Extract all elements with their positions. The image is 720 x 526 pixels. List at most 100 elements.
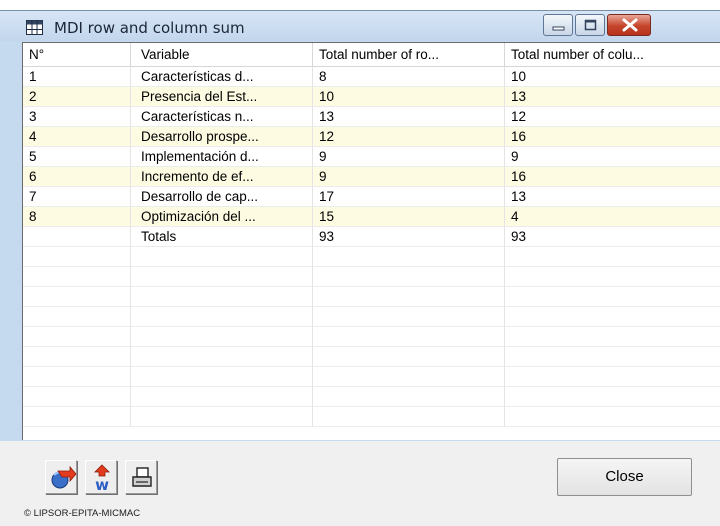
cell-variable: Presencia del Est...	[131, 87, 313, 107]
copyright-text: © LIPSOR-EPITA-MICMAC	[24, 508, 141, 519]
empty-cell	[23, 387, 131, 407]
empty-row	[23, 307, 720, 327]
empty-cell	[23, 287, 131, 307]
empty-cell	[313, 407, 505, 427]
cell-number: 4	[23, 127, 131, 147]
cell-variable: Optimización del ...	[131, 207, 313, 227]
header-row-total[interactable]: Total number of ro...	[313, 43, 505, 67]
empty-cell	[505, 327, 720, 347]
empty-cell	[131, 247, 313, 267]
cell-number: 2	[23, 87, 131, 107]
minimize-button[interactable]	[543, 14, 573, 36]
empty-cell	[131, 327, 313, 347]
empty-cell	[505, 367, 720, 387]
empty-cell	[313, 387, 505, 407]
empty-cell	[505, 267, 720, 287]
cell-variable: Desarrollo prospe...	[131, 127, 313, 147]
cell-variable: Características n...	[131, 107, 313, 127]
data-grid[interactable]: N° Variable Total number of ro... Total …	[22, 42, 720, 440]
cell-row-total: 12	[313, 127, 505, 147]
table-row[interactable]: 5 Implementación d... 9 9	[23, 147, 720, 167]
minimize-icon	[552, 26, 565, 31]
cell-row-total: 13	[313, 107, 505, 127]
cell-row-total: 9	[313, 167, 505, 187]
export-button[interactable]: w	[85, 460, 117, 494]
maximize-icon	[584, 19, 597, 31]
empty-cell	[131, 367, 313, 387]
cell-number: 6	[23, 167, 131, 187]
empty-cell	[313, 327, 505, 347]
window-title: MDI row and column sum	[54, 19, 245, 37]
cell-row-total: 17	[313, 187, 505, 207]
header-number[interactable]: N°	[23, 43, 131, 67]
maximize-button[interactable]	[575, 14, 605, 36]
header-variable[interactable]: Variable	[131, 43, 313, 67]
empty-row	[23, 327, 720, 347]
cell-number: 3	[23, 107, 131, 127]
cell-number: 1	[23, 67, 131, 87]
cell-variable: Incremento de ef...	[131, 167, 313, 187]
table-row[interactable]: 1 Características d... 8 10	[23, 67, 720, 87]
empty-cell	[505, 407, 720, 427]
table-row[interactable]: 4 Desarrollo prospe... 12 16	[23, 127, 720, 147]
cell-column-total: 10	[505, 67, 720, 87]
empty-row	[23, 347, 720, 367]
cell-column-total: 9	[505, 147, 720, 167]
table-row[interactable]: 6 Incremento de ef... 9 16	[23, 167, 720, 187]
cell-column-total: 16	[505, 127, 720, 147]
cell-row-total: 9	[313, 147, 505, 167]
empty-cell	[131, 287, 313, 307]
empty-row	[23, 267, 720, 287]
close-button[interactable]: Close	[557, 458, 692, 496]
empty-cell	[313, 307, 505, 327]
cell-column-total: 4	[505, 207, 720, 227]
button-panel: w Close © LIPSOR-EPITA-MICMAC	[0, 441, 720, 526]
export-word-icon: w	[94, 464, 110, 494]
table-row[interactable]: 7 Desarrollo de cap... 17 13	[23, 187, 720, 207]
printer-icon	[132, 467, 152, 487]
mdi-window: MDI row and column sum N° Variable Total…	[0, 10, 720, 526]
empty-cell	[131, 307, 313, 327]
empty-cell	[505, 287, 720, 307]
cell-row-total: 10	[313, 87, 505, 107]
empty-cell	[23, 367, 131, 387]
empty-cell	[23, 327, 131, 347]
grid-header: N° Variable Total number of ro... Total …	[23, 43, 720, 67]
header-column-total[interactable]: Total number of colu...	[505, 43, 720, 67]
close-window-button[interactable]	[607, 14, 651, 36]
table-row[interactable]: 2 Presencia del Est... 10 13	[23, 87, 720, 107]
cell-number	[23, 227, 131, 247]
table-row[interactable]: 3 Características n... 13 12	[23, 107, 720, 127]
copy-to-clipboard-icon	[51, 465, 77, 489]
empty-cell	[131, 347, 313, 367]
print-button[interactable]	[125, 460, 157, 494]
copy-button[interactable]	[45, 460, 77, 494]
empty-row	[23, 407, 720, 427]
empty-cell	[131, 407, 313, 427]
empty-cell	[23, 267, 131, 287]
empty-cell	[23, 247, 131, 267]
empty-cell	[313, 347, 505, 367]
empty-cell	[313, 367, 505, 387]
cell-row-total: 93	[313, 227, 505, 247]
empty-row	[23, 367, 720, 387]
cell-variable: Desarrollo de cap...	[131, 187, 313, 207]
close-icon	[622, 18, 638, 32]
cell-column-total: 93	[505, 227, 720, 247]
totals-row[interactable]: Totals 93 93	[23, 227, 720, 247]
cell-variable: Totals	[131, 227, 313, 247]
cell-column-total: 16	[505, 167, 720, 187]
title-bar[interactable]: MDI row and column sum	[0, 11, 720, 41]
empty-cell	[505, 387, 720, 407]
empty-cell	[313, 287, 505, 307]
cell-number: 7	[23, 187, 131, 207]
empty-cell	[505, 247, 720, 267]
empty-cell	[23, 407, 131, 427]
empty-cell	[313, 267, 505, 287]
svg-text:w: w	[95, 476, 109, 494]
empty-cell	[313, 247, 505, 267]
cell-column-total: 13	[505, 187, 720, 207]
table-row[interactable]: 8 Optimización del ... 15 4	[23, 207, 720, 227]
empty-cell	[131, 267, 313, 287]
empty-row	[23, 247, 720, 267]
